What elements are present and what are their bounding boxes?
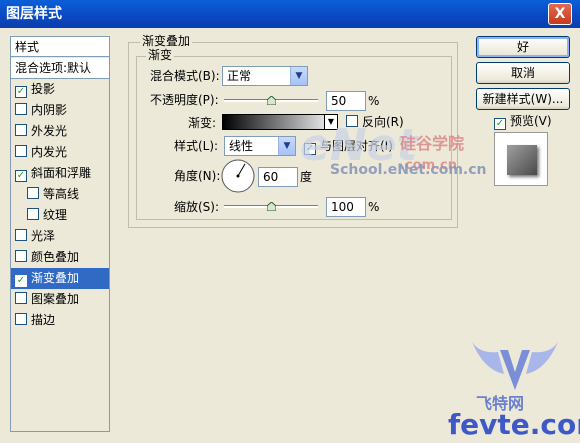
style-item[interactable]: 纹理 (11, 205, 109, 226)
scale-unit: % (368, 200, 380, 214)
style-value: 线性 (229, 139, 254, 153)
style-item-checkbox[interactable]: ✓ (15, 170, 27, 182)
angle-label: 角度(N): (174, 169, 221, 183)
new-style-button[interactable]: 新建样式(W)... (476, 88, 570, 110)
style-label: 样式(L): (174, 139, 219, 153)
chevron-down-icon[interactable]: ▼ (278, 137, 295, 155)
opacity-input[interactable]: 50 (326, 91, 366, 111)
style-item[interactable]: 内阴影 (11, 100, 109, 121)
style-item[interactable]: ✓ 渐变叠加 (11, 268, 109, 289)
style-item[interactable]: 内发光 (11, 142, 109, 163)
style-item-label: 投影 (31, 82, 56, 96)
opacity-slider-thumb[interactable] (266, 96, 276, 105)
angle-dial[interactable] (220, 158, 256, 194)
site-watermark-name: 硅谷学院 (400, 134, 465, 153)
style-item[interactable]: ✓ 斜面和浮雕 (11, 163, 109, 184)
close-button[interactable]: X (548, 3, 572, 25)
gradient-label: 渐变: (188, 116, 217, 130)
fevte-wings-logo (472, 342, 558, 390)
style-item[interactable]: ✓ 投影 (11, 79, 109, 100)
scale-label: 缩放(S): (174, 200, 220, 214)
ok-button[interactable]: 好 (476, 36, 570, 58)
styles-list: 样式 混合选项:默认 ✓ 投影内阴影外发光内发光 ✓ 斜面和浮雕等高线纹理光泽颜色叠加… (10, 36, 110, 432)
style-item-label: 颜色叠加 (31, 250, 80, 264)
styles-header[interactable]: 样式 (11, 37, 109, 57)
style-item-label: 图案叠加 (31, 292, 80, 306)
style-item-label: 光泽 (31, 229, 56, 243)
style-item-checkbox[interactable] (15, 292, 27, 304)
angle-input[interactable]: 60 (258, 167, 298, 187)
style-item-checkbox[interactable] (15, 250, 27, 262)
scale-input[interactable]: 100 (326, 197, 366, 217)
style-item-label: 内阴影 (31, 103, 68, 117)
style-item-checkbox[interactable] (15, 145, 27, 157)
style-item-label: 等高线 (43, 187, 80, 201)
style-item[interactable]: 描边 (11, 310, 109, 331)
cancel-button[interactable]: 取消 (476, 62, 570, 84)
style-item-label: 描边 (31, 313, 56, 327)
gradient-subgroup-title: 渐变 (146, 48, 175, 62)
window-title: 图层样式 (6, 6, 62, 22)
preview-checkbox[interactable]: ✓ 预览(V) (494, 111, 552, 131)
style-preview-swatch (494, 132, 548, 186)
style-item-checkbox[interactable] (15, 229, 27, 241)
chevron-down-icon[interactable]: ▼ (290, 67, 307, 85)
style-item-label: 纹理 (43, 208, 68, 222)
opacity-label: 不透明度(P): (150, 93, 219, 107)
style-item-label: 斜面和浮雕 (31, 166, 92, 180)
brand-watermark-url: fevte.com (448, 408, 580, 441)
opacity-unit: % (368, 94, 380, 108)
scale-slider-thumb[interactable] (266, 202, 276, 211)
style-item-checkbox[interactable] (27, 187, 39, 199)
style-item[interactable]: 外发光 (11, 121, 109, 142)
style-item-label: 渐变叠加 (31, 271, 80, 285)
style-dropdown[interactable]: 线性 ▼ (224, 136, 296, 156)
preview-label: 预览(V) (510, 114, 552, 128)
blend-mode-label: 混合模式(B): (150, 69, 220, 83)
style-item[interactable]: 图案叠加 (11, 289, 109, 310)
site-url-watermark: School.eNet.com.cn (330, 162, 487, 178)
style-item-label: 内发光 (31, 145, 68, 159)
blend-options-item[interactable]: 混合选项:默认 (11, 58, 109, 79)
blend-mode-dropdown[interactable]: 正常 ▼ (222, 66, 308, 86)
style-item-checkbox[interactable]: ✓ (15, 275, 27, 287)
style-item[interactable]: 光泽 (11, 226, 109, 247)
style-item[interactable]: 颜色叠加 (11, 247, 109, 268)
style-item[interactable]: 等高线 (11, 184, 109, 205)
gradient-overlay-title: 渐变叠加 (140, 34, 193, 48)
style-item-checkbox[interactable] (15, 313, 27, 325)
style-item-checkbox[interactable]: ✓ (15, 86, 27, 98)
style-preview-square (507, 145, 537, 175)
blend-mode-value: 正常 (227, 69, 252, 83)
style-item-checkbox[interactable] (27, 208, 39, 220)
style-item-label: 外发光 (31, 124, 68, 138)
title-bar (0, 0, 580, 28)
style-item-checkbox[interactable] (15, 103, 27, 115)
preview-check-icon: ✓ (494, 118, 506, 130)
style-item-checkbox[interactable] (15, 124, 27, 136)
